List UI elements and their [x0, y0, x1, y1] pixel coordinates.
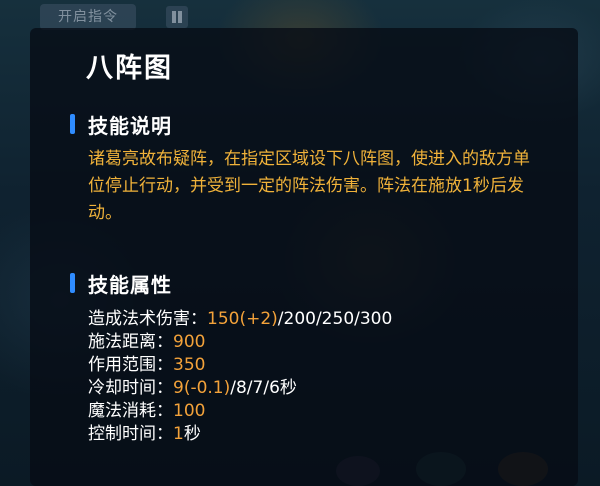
- attribute-row: 控制时间：1秒: [88, 423, 392, 446]
- section-marker: [70, 273, 75, 293]
- attribute-row: 魔法消耗：100: [88, 400, 392, 423]
- open-command-button[interactable]: 开启指令: [40, 4, 136, 30]
- attribute-value-highlight: 1: [173, 424, 184, 444]
- description-heading: 技能说明: [88, 114, 172, 138]
- attribute-value-highlight: 350: [173, 355, 206, 375]
- skill-name: 八阵图: [86, 53, 173, 84]
- attribute-value-rest: /200/250/300: [277, 309, 393, 329]
- attribute-row: 冷却时间：9(-0.1)/8/7/6秒: [88, 377, 392, 400]
- attribute-row: 造成法术伤害：150(+2)/200/250/300: [88, 308, 392, 331]
- attribute-row: 作用范围：350: [88, 354, 392, 377]
- attribute-label: 作用范围：: [88, 355, 173, 375]
- attribute-value-highlight: 9(-0.1): [173, 378, 231, 398]
- attribute-label: 造成法术伤害：: [88, 309, 207, 329]
- attributes-heading: 技能属性: [88, 273, 172, 297]
- pause-icon[interactable]: [166, 6, 188, 28]
- section-marker: [70, 114, 75, 134]
- attribute-label: 控制时间：: [88, 424, 173, 444]
- attribute-label: 施法距离：: [88, 332, 173, 352]
- attribute-unit: 秒: [279, 378, 297, 398]
- attribute-label: 魔法消耗：: [88, 401, 173, 421]
- attribute-row: 施法距离：900: [88, 331, 392, 354]
- skill-description: 诸葛亮故布疑阵，在指定区域设下八阵图，使进入的敌方单位停止行动，并受到一定的阵法…: [88, 149, 530, 223]
- attribute-value-highlight: 900: [173, 332, 206, 352]
- attribute-label: 冷却时间：: [88, 378, 173, 398]
- attribute-unit: 秒: [183, 424, 201, 444]
- attribute-value-highlight: 100: [173, 401, 206, 421]
- skill-attributes-list: 造成法术伤害：150(+2)/200/250/300 施法距离：900 作用范围…: [88, 308, 392, 446]
- attribute-value-highlight: 150(+2): [207, 309, 278, 329]
- attribute-value-rest: /8/7/6: [230, 378, 280, 398]
